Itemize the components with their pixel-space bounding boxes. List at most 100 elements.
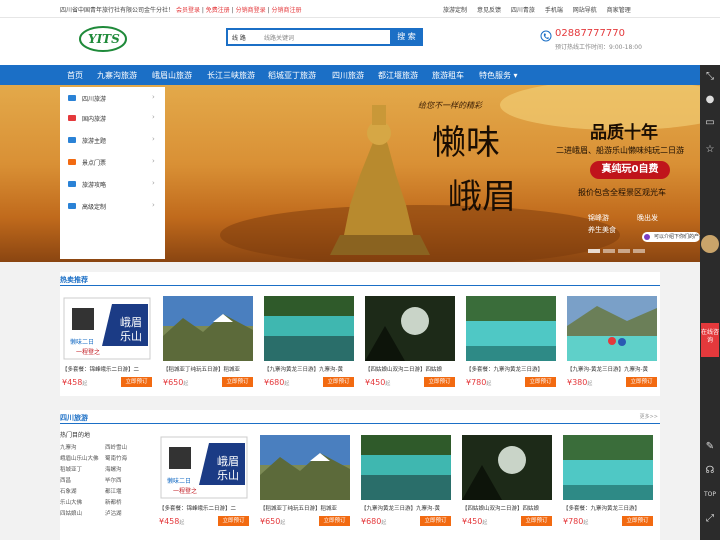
- destination-link[interactable]: 毕尔西: [105, 476, 122, 484]
- product-image[interactable]: [163, 296, 253, 361]
- product-card[interactable]: 【稻城亚丁纯玩五日游】稻城亚 ¥650起 立即预订: [163, 296, 253, 392]
- destination-link[interactable]: 泸沽湖: [105, 509, 122, 517]
- destination-link[interactable]: 海螺沟: [105, 465, 122, 473]
- more-link[interactable]: 更多>>: [640, 413, 658, 420]
- nav-dujiangyan[interactable]: 都江堰旅游: [378, 70, 418, 81]
- nav-emeishan[interactable]: 峨眉山旅游: [152, 70, 192, 81]
- product-card[interactable]: 【四姑娘山双沟二日游】四姑娘 ¥450起 立即预订: [462, 435, 552, 531]
- product-image[interactable]: 峨眉 乐山 懒味二日 一程登之: [159, 435, 249, 500]
- product-title[interactable]: 【多套餐：锦峰峨乐二日游】二: [159, 504, 249, 513]
- book-now-button[interactable]: 立即预订: [525, 377, 556, 387]
- product-title[interactable]: 【多套餐：九寨沟黄龙三日游】: [466, 365, 556, 374]
- destination-link[interactable]: 稻城亚丁: [60, 465, 82, 473]
- destination-link[interactable]: 峨眉山乐山大佛: [60, 454, 99, 462]
- menu-item-custom[interactable]: 高级定制 ›: [60, 195, 165, 217]
- nav-three-gorges[interactable]: 长江三峡旅游: [207, 70, 255, 81]
- star-icon[interactable]: ☆: [704, 144, 716, 156]
- site-nav-link[interactable]: 网站导航: [573, 7, 597, 14]
- resize-icon[interactable]: ⤡: [704, 71, 716, 83]
- search-input[interactable]: 线路关键词: [264, 33, 294, 42]
- book-now-button[interactable]: 立即预订: [121, 377, 152, 387]
- book-now-button[interactable]: 立即预订: [222, 377, 253, 387]
- product-card[interactable]: 【多套餐：九寨沟黄龙三日游】 ¥780起 立即预订: [563, 435, 653, 531]
- product-image[interactable]: [567, 296, 657, 361]
- book-now-button[interactable]: 立即预订: [218, 516, 249, 526]
- book-now-button[interactable]: 立即预订: [424, 377, 455, 387]
- product-image[interactable]: [260, 435, 350, 500]
- product-title[interactable]: 【多套餐：九寨沟黄龙三日游】: [563, 504, 653, 513]
- book-now-button[interactable]: 立即预订: [626, 377, 657, 387]
- product-image[interactable]: [466, 296, 556, 361]
- collapse-icon[interactable]: ⤢: [704, 513, 716, 525]
- search-type-select[interactable]: 线 路: [232, 33, 246, 42]
- product-title[interactable]: 【九寨沟-黄龙三日游】九寨沟-黄: [567, 365, 657, 374]
- chat-prompt-button[interactable]: 可以介绍下你们的产品么: [642, 232, 709, 242]
- logo[interactable]: YITS: [78, 24, 128, 54]
- document-icon[interactable]: ▭: [704, 117, 716, 129]
- carousel-dot[interactable]: [588, 249, 600, 253]
- product-card[interactable]: 【多套餐：九寨沟黄龙三日游】 ¥780起 立即预订: [466, 296, 556, 392]
- nav-sichuan[interactable]: 四川旅游: [332, 70, 364, 81]
- menu-item-tickets[interactable]: 景点门票 ›: [60, 151, 165, 173]
- nav-jiuzhaigou[interactable]: 九寨沟旅游: [97, 70, 137, 81]
- destination-link[interactable]: 都江堰: [105, 487, 122, 495]
- online-consult-button[interactable]: 在线咨询: [701, 323, 719, 357]
- product-image[interactable]: [563, 435, 653, 500]
- product-title[interactable]: 【四姑娘山双沟二日游】四姑娘: [365, 365, 455, 374]
- avatar[interactable]: [701, 235, 719, 253]
- book-now-button[interactable]: 立即预订: [622, 516, 653, 526]
- dealer-login-link[interactable]: 分销商登录: [236, 7, 266, 14]
- product-card[interactable]: 【九寨沟-黄龙三日游】九寨沟-黄 ¥380起 立即预订: [567, 296, 657, 392]
- product-card[interactable]: 【九寨沟黄龙三日游】九寨沟-黄 ¥680起 立即预订: [361, 435, 451, 531]
- product-title[interactable]: 【四姑娘山双沟二日游】四姑娘: [462, 504, 552, 513]
- product-title[interactable]: 【九寨沟黄龙三日游】九寨沟-黄: [361, 504, 451, 513]
- weibo-link[interactable]: 四川青旅: [511, 7, 535, 14]
- dealer-register-link[interactable]: 分销商注册: [272, 7, 302, 14]
- book-now-button[interactable]: 立即预订: [323, 377, 354, 387]
- destination-link[interactable]: 蜀南竹海: [105, 454, 127, 462]
- product-card[interactable]: 【四姑娘山双沟二日游】四姑娘 ¥450起 立即预订: [365, 296, 455, 392]
- register-link[interactable]: 免费注册: [206, 7, 230, 14]
- user-icon[interactable]: ●: [704, 94, 716, 106]
- nav-daocheng[interactable]: 稻城亚丁旅游: [268, 70, 316, 81]
- product-title[interactable]: 【稻城亚丁纯玩五日游】稻城亚: [260, 504, 350, 513]
- product-card[interactable]: 【九寨沟黄龙三日游】九寨沟-黄 ¥680起 立即预订: [264, 296, 354, 392]
- nav-home[interactable]: 首页: [67, 70, 83, 81]
- member-login-link[interactable]: 会员登录: [176, 7, 200, 14]
- headset-icon[interactable]: ☊: [704, 465, 716, 477]
- feedback-link[interactable]: 意见反馈: [477, 7, 501, 14]
- product-card[interactable]: 【稻城亚丁纯玩五日游】稻城亚 ¥650起 立即预订: [260, 435, 350, 531]
- destination-link[interactable]: 九寨沟: [60, 443, 77, 451]
- carousel-dot[interactable]: [633, 249, 645, 253]
- merchant-link[interactable]: 商家管理: [607, 7, 631, 14]
- destination-link[interactable]: 西岭雪山: [105, 443, 127, 451]
- menu-item-theme[interactable]: 旅游主题 ›: [60, 129, 165, 151]
- product-title[interactable]: 【稻城亚丁纯玩五日游】稻城亚: [163, 365, 253, 374]
- menu-item-guides[interactable]: 旅游攻略 ›: [60, 173, 165, 195]
- destination-link[interactable]: 西昌: [60, 476, 71, 484]
- product-image[interactable]: [264, 296, 354, 361]
- destination-link[interactable]: 乐山大佛: [60, 498, 82, 506]
- product-image[interactable]: [462, 435, 552, 500]
- product-title[interactable]: 【多套餐：锦峰峨乐二日游】二: [62, 365, 152, 374]
- book-now-button[interactable]: 立即预订: [319, 516, 350, 526]
- nav-car-rental[interactable]: 旅游租车: [432, 70, 464, 81]
- book-now-button[interactable]: 立即预订: [521, 516, 552, 526]
- destination-link[interactable]: 四姑娘山: [60, 509, 82, 517]
- product-image[interactable]: 峨眉 乐山 懒味二日 一程登之: [62, 296, 152, 361]
- carousel-dot[interactable]: [603, 249, 615, 253]
- menu-item-sichuan[interactable]: 四川旅游 ›: [60, 87, 165, 109]
- product-title[interactable]: 【九寨沟黄龙三日游】九寨沟-黄: [264, 365, 354, 374]
- custom-tour-link[interactable]: 旅游定制: [443, 7, 467, 14]
- carousel-dot[interactable]: [618, 249, 630, 253]
- mobile-link[interactable]: 手机端: [545, 7, 563, 14]
- destination-link[interactable]: 新都桥: [105, 498, 122, 506]
- edit-icon[interactable]: ✎: [704, 441, 716, 453]
- search-button[interactable]: 搜 索: [390, 28, 423, 46]
- nav-special-services[interactable]: 特色服务 ▾: [479, 70, 518, 81]
- book-now-button[interactable]: 立即预订: [420, 516, 451, 526]
- destination-link[interactable]: 石象湖: [60, 487, 77, 495]
- product-card[interactable]: 峨眉 乐山 懒味二日 一程登之 【多套餐：锦峰峨乐二日游】二 ¥458起 立即预订: [62, 296, 152, 392]
- product-image[interactable]: [361, 435, 451, 500]
- product-image[interactable]: [365, 296, 455, 361]
